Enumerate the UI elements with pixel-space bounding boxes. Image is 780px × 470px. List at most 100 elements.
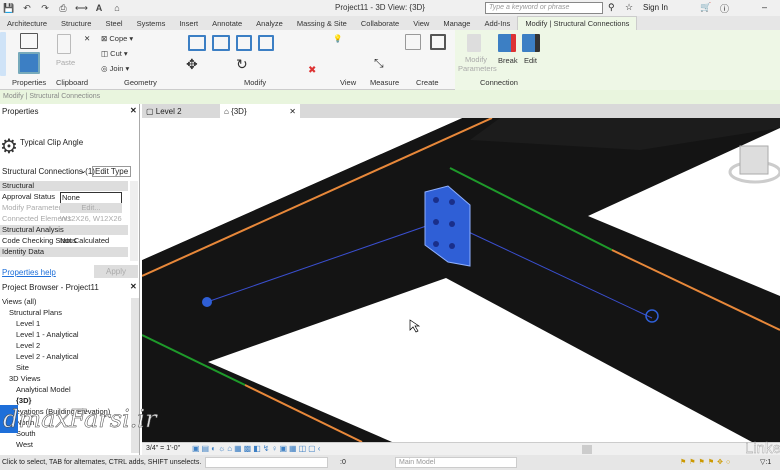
browser-item[interactable]: Level 2 xyxy=(16,341,40,350)
geometry-panel-label: Geometry xyxy=(124,78,157,87)
filter-count: :1 xyxy=(765,459,772,466)
edit-type-button[interactable]: Edit Type xyxy=(92,166,132,177)
tab-structure[interactable]: Structure xyxy=(54,17,98,30)
modify-tool[interactable] xyxy=(0,32,6,76)
mirror-draw-icon[interactable] xyxy=(258,35,274,51)
offset-icon[interactable] xyxy=(212,35,230,51)
align-icon[interactable] xyxy=(188,35,206,51)
tab-manage[interactable]: Manage xyxy=(436,17,477,30)
paste-icon[interactable] xyxy=(57,34,71,54)
view-tab-level-2[interactable]: ▢ Level 2 xyxy=(146,107,216,116)
tab-analyze[interactable]: Analyze xyxy=(249,17,290,30)
edit-icon[interactable] xyxy=(522,34,540,52)
browser-item[interactable]: Site xyxy=(16,363,29,372)
sign-in-button[interactable]: Sign In xyxy=(643,3,668,12)
filter-icon[interactable]: ▽:1 xyxy=(760,455,771,470)
rotate-icon[interactable]: ↻ xyxy=(236,56,248,73)
browser-item[interactable]: Views (all) xyxy=(2,297,36,306)
workset-dropdown[interactable] xyxy=(205,457,328,468)
property-label: Approval Status xyxy=(2,192,55,201)
properties-scrollbar[interactable] xyxy=(130,181,138,261)
apply-button[interactable]: Apply xyxy=(94,265,138,278)
status-bar: Click to select, TAB for alternates, CTR… xyxy=(0,455,780,470)
tab-massing-site[interactable]: Massing & Site xyxy=(290,17,354,30)
properties-palette: Properties ✕ ⚙ Typical Clip Angle Struct… xyxy=(0,104,140,280)
undo-icon[interactable]: ↶ xyxy=(21,3,33,13)
window-title: Project11 - 3D View: {3D} xyxy=(335,3,425,12)
editable-count: :0 xyxy=(340,459,346,466)
break-icon[interactable] xyxy=(498,34,516,52)
horizontal-scrollbar[interactable] xyxy=(582,445,592,454)
tab-collaborate[interactable]: Collaborate xyxy=(354,17,406,30)
3d-view-icon[interactable]: ⌂ xyxy=(111,3,123,13)
browser-item[interactable]: Level 1 - Analytical xyxy=(16,330,79,339)
create-group-icon[interactable] xyxy=(430,34,446,50)
break-button[interactable]: Break xyxy=(498,56,518,65)
watermark: dmaxFarsi.ir xyxy=(3,405,157,434)
tab-steel[interactable]: Steel xyxy=(98,17,129,30)
redo-icon[interactable]: ↷ xyxy=(39,3,51,13)
tab-add-ins[interactable]: Add-Ins xyxy=(477,17,517,30)
browser-item[interactable]: Level 2 - Analytical xyxy=(16,352,79,361)
create-part-icon[interactable] xyxy=(405,34,421,50)
view-control-icons[interactable]: ▣▤◐☼⌂▦▩◧↯♀▣▦◫▢‹ xyxy=(192,444,322,453)
cart-icon[interactable]: 🛒 xyxy=(700,2,711,13)
tab-view[interactable]: View xyxy=(406,17,436,30)
edit-button[interactable]: Edit xyxy=(524,56,537,65)
analytical-node[interactable] xyxy=(202,297,212,307)
quick-access-toolbar: 💾 ↶ ↷ ⎙ ⟷ A ⌂ Project11 - 3D View: {3D} … xyxy=(0,0,780,16)
type-properties-icon[interactable] xyxy=(20,33,38,49)
save-icon[interactable]: 💾 xyxy=(3,3,15,13)
cope-button[interactable]: ⊠ Cope ▾ xyxy=(101,34,133,43)
view-scale[interactable]: 3/4" = 1'-0" xyxy=(146,445,180,452)
view-tab-3d[interactable]: ⌂ {3D} ✕ xyxy=(220,104,300,118)
mirror-axis-icon[interactable] xyxy=(236,35,252,51)
view-tab-label: Level 2 xyxy=(155,107,182,116)
selection-options-icons[interactable]: ⚑⚑⚑⚑✥○ xyxy=(680,455,733,470)
group-identity-data[interactable]: Identity Data xyxy=(0,247,128,257)
group-structural-analysis[interactable]: Structural Analysis xyxy=(0,225,128,235)
browser-item[interactable]: {3D} xyxy=(16,396,31,405)
linkedin-watermark: Linked xyxy=(745,440,780,457)
hide-icon[interactable]: 💡 xyxy=(333,34,342,43)
property-value: Not Calculated xyxy=(60,236,110,245)
browser-item[interactable]: Level 1 xyxy=(16,319,40,328)
print-icon[interactable]: ⎙ xyxy=(57,3,69,13)
join-button[interactable]: ◎ Join ▾ xyxy=(101,64,129,73)
cut-icon[interactable]: ✕ xyxy=(84,34,90,43)
binoculars-icon[interactable]: ⚲ xyxy=(608,2,615,13)
tab-modify-structural-connections[interactable]: Modify | Structural Connections xyxy=(517,16,638,30)
move-icon[interactable]: ✥ xyxy=(186,56,198,73)
gear-icon: ⚙ xyxy=(0,136,18,158)
group-structural[interactable]: Structural xyxy=(0,181,128,191)
tab-insert[interactable]: Insert xyxy=(172,17,205,30)
delete-icon[interactable]: ✖ xyxy=(308,65,316,76)
tab-systems[interactable]: Systems xyxy=(130,17,173,30)
cut-button[interactable]: ◫ Cut ▾ xyxy=(101,49,128,58)
text-icon[interactable]: A xyxy=(93,3,105,13)
minimize-button[interactable]: – xyxy=(762,2,767,12)
tab-annotate[interactable]: Annotate xyxy=(205,17,249,30)
view-tabs: ▢ Level 2 ⌂ {3D} ✕ xyxy=(142,104,780,118)
measure-icon[interactable]: ⤡ xyxy=(374,56,384,71)
browser-item[interactable]: Analytical Model xyxy=(16,385,71,394)
help-icon[interactable]: ⓘ xyxy=(720,2,729,15)
search-input[interactable]: Type a keyword or phrase xyxy=(485,2,603,14)
connection-panel-label: Connection xyxy=(480,78,518,87)
properties-icon[interactable] xyxy=(18,52,40,74)
type-selector[interactable]: Typical Clip Angle xyxy=(20,138,83,147)
measure-icon[interactable]: ⟷ xyxy=(75,3,88,13)
properties-help-link[interactable]: Properties help xyxy=(2,268,56,277)
close-icon[interactable]: ✕ xyxy=(130,282,137,291)
close-icon[interactable]: ✕ xyxy=(130,106,137,115)
star-icon[interactable]: ☆ xyxy=(625,2,633,13)
view-tab-label: {3D} xyxy=(231,107,247,116)
design-option-dropdown[interactable]: Main Model xyxy=(395,457,517,468)
browser-item[interactable]: West xyxy=(16,440,33,449)
3d-viewport[interactable] xyxy=(142,118,780,442)
browser-item[interactable]: Structural Plans xyxy=(9,308,62,317)
chevron-down-icon[interactable]: ⌄ xyxy=(80,166,87,175)
browser-item[interactable]: 3D Views xyxy=(9,374,41,383)
tab-architecture[interactable]: Architecture xyxy=(0,17,54,30)
close-icon[interactable]: ✕ xyxy=(289,107,296,116)
